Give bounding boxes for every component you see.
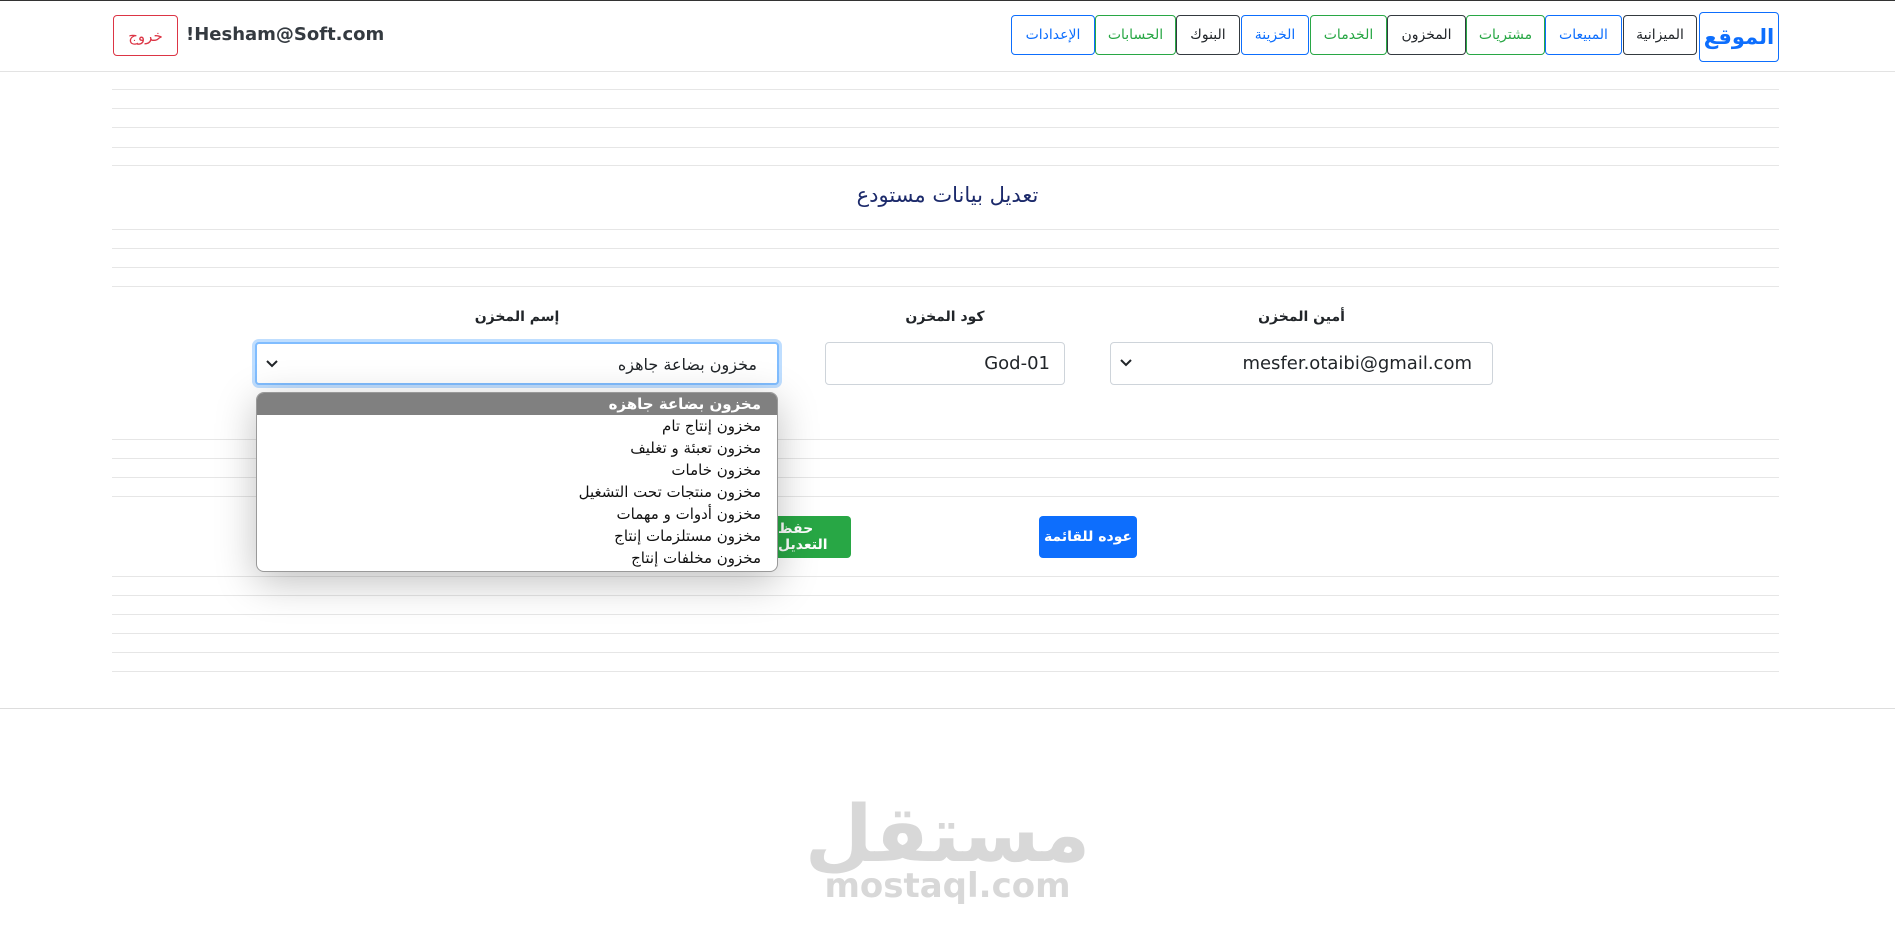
divider: [112, 229, 1779, 230]
divider: [112, 108, 1779, 109]
chevron-down-icon: [1119, 351, 1133, 379]
watermark-latin: mostaql.com: [824, 866, 1071, 906]
divider: [112, 127, 1779, 128]
nav-item-treasury[interactable]: الخزينة: [1241, 15, 1309, 55]
page-title: تعديل بيانات مستودع: [856, 183, 1039, 207]
divider: [112, 286, 1779, 287]
divider: [112, 576, 1779, 577]
divider: [112, 633, 1779, 634]
divider: [112, 147, 1779, 148]
divider: [112, 267, 1779, 268]
code-input[interactable]: God-01: [825, 342, 1065, 385]
nav-item-banks[interactable]: البنوك: [1176, 15, 1240, 55]
dropdown-option[interactable]: مخزون خامات: [671, 459, 761, 481]
nav-item-accounts[interactable]: الحسابات: [1095, 15, 1176, 55]
watermark-arabic: مستقل: [804, 790, 1091, 880]
divider: [112, 248, 1779, 249]
nav-item-inventory[interactable]: المخزون: [1387, 15, 1466, 55]
dropdown-option[interactable]: مخزون تعبئة و تغليف: [630, 437, 761, 459]
nav-item-services[interactable]: الخدمات: [1310, 15, 1387, 55]
back-to-list-button[interactable]: عوده للقائمة: [1039, 516, 1137, 558]
navbar: الموقع الميزانية المبيعات مشتريات المخزو…: [0, 1, 1895, 72]
divider: [112, 595, 1779, 596]
dropdown-option[interactable]: مخزون مستلزمات إنتاج: [614, 525, 761, 547]
code-label: كود المخزن: [905, 309, 985, 325]
keeper-select[interactable]: mesfer.otaibi@gmail.com: [1110, 342, 1493, 385]
divider: [112, 652, 1779, 653]
code-value: God-01: [984, 353, 1050, 374]
keeper-label: أمين المخزن: [1258, 309, 1345, 325]
name-label: إسم المخزن: [474, 309, 560, 325]
dropdown-option[interactable]: مخزون منتجات تحت التشغيل: [579, 481, 761, 503]
nav-item-purchases[interactable]: مشتريات: [1466, 15, 1545, 55]
divider: [112, 614, 1779, 615]
divider: [112, 165, 1779, 166]
nav-item-settings[interactable]: الإعدادات: [1011, 15, 1095, 55]
dropdown-option[interactable]: مخزون مخلفات إنتاج: [631, 547, 761, 569]
name-options-dropdown: مخزون بضاعة جاهزه مخزون إنتاج تام مخزون …: [256, 392, 778, 572]
name-value: مخزون بضاعة جاهزه: [617, 355, 757, 374]
divider: [112, 671, 1779, 672]
brand-link[interactable]: الموقع: [1699, 12, 1779, 62]
logout-button[interactable]: خروج: [113, 15, 178, 56]
dropdown-option[interactable]: مخزون بضاعة جاهزه: [609, 393, 761, 415]
nav-item-sales[interactable]: المبيعات: [1545, 15, 1622, 55]
name-select[interactable]: مخزون بضاعة جاهزه: [255, 342, 779, 385]
footer-divider: [0, 708, 1895, 709]
chevron-down-icon: [265, 352, 279, 380]
keeper-value: mesfer.otaibi@gmail.com: [1242, 353, 1472, 374]
dropdown-option[interactable]: مخزون إنتاج تام: [662, 415, 761, 437]
nav-item-budget[interactable]: الميزانية: [1623, 15, 1697, 55]
user-email: !Hesham@Soft.com: [186, 24, 385, 45]
dropdown-option[interactable]: مخزون أدوات و مهمات: [617, 503, 762, 525]
divider: [112, 89, 1779, 90]
